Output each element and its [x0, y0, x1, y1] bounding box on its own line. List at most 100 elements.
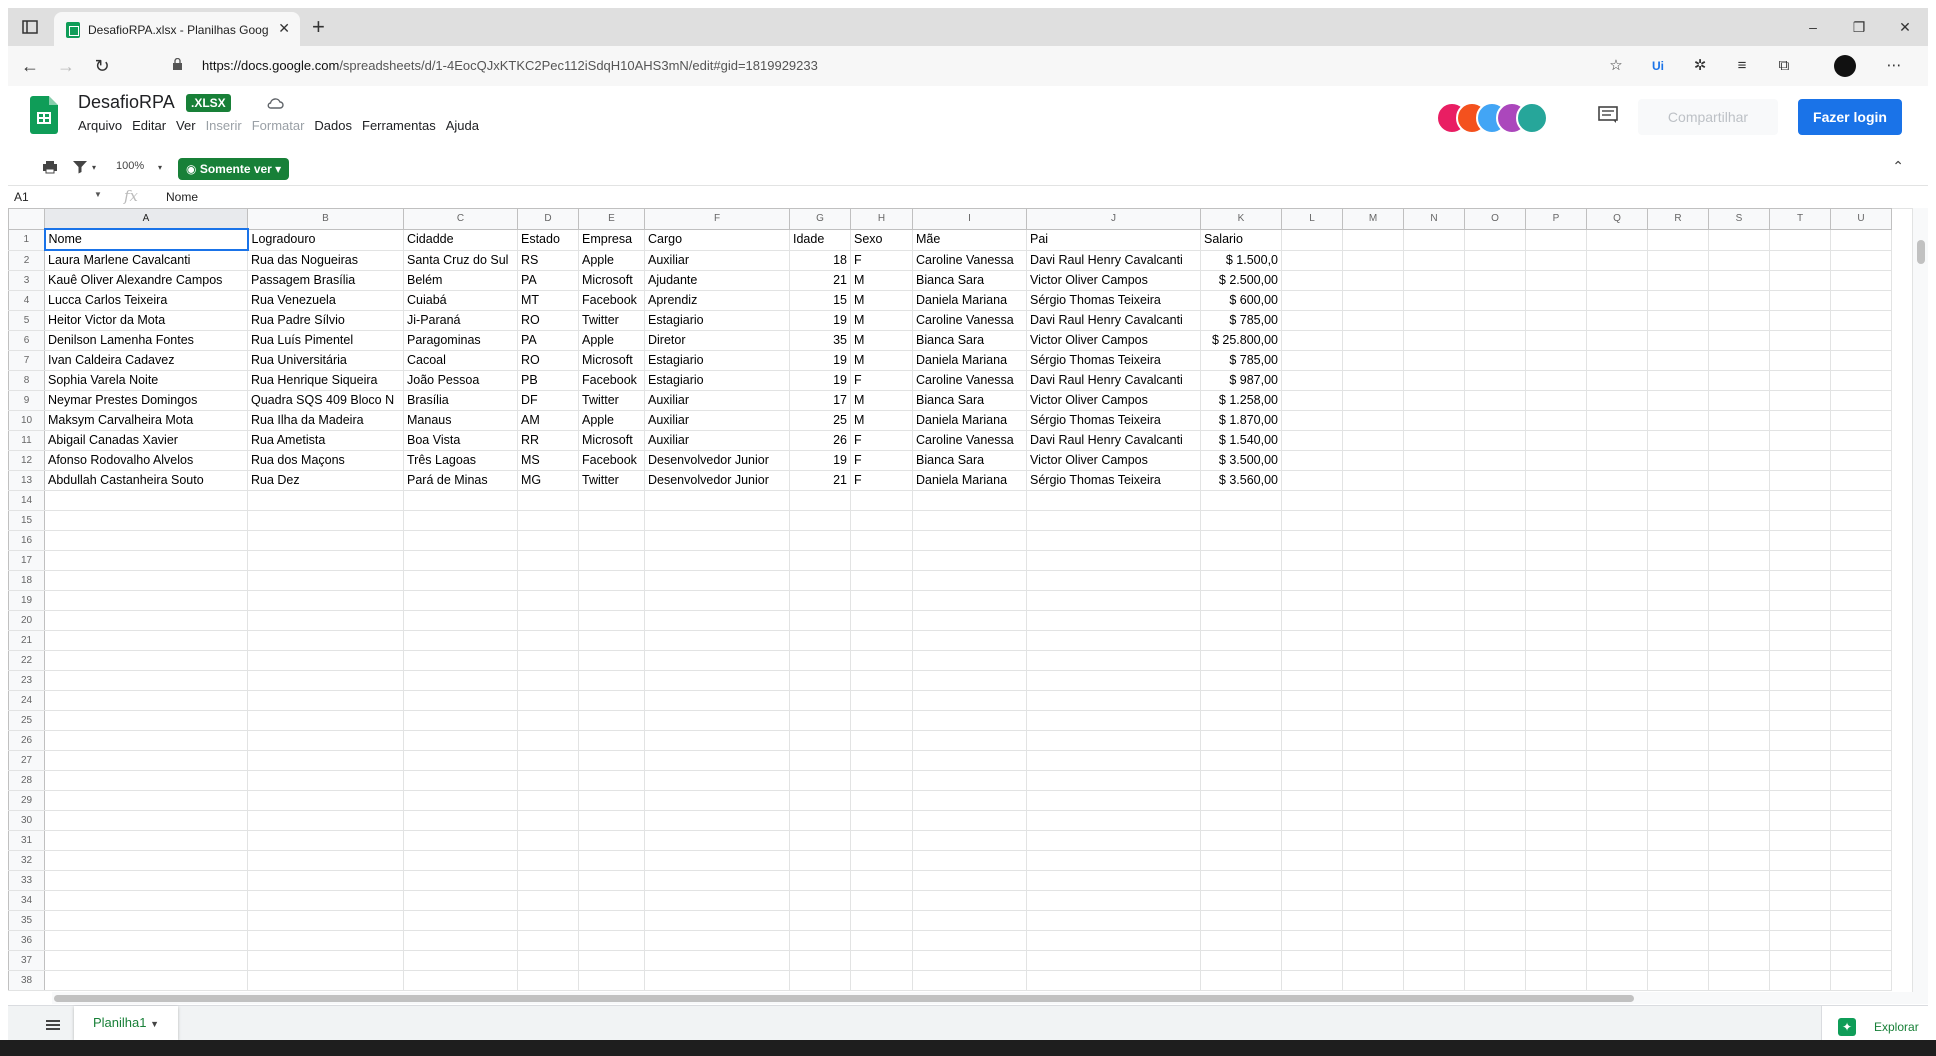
cell[interactable] [1464, 450, 1526, 471]
cell[interactable] [912, 590, 1027, 611]
row-header[interactable]: 38 [8, 970, 45, 991]
favorite-star-icon[interactable]: ☆ [1604, 54, 1628, 78]
cell[interactable] [403, 950, 518, 971]
cell[interactable] [1708, 350, 1770, 371]
cell[interactable] [1342, 790, 1404, 811]
cell[interactable] [1464, 730, 1526, 751]
cell[interactable] [1586, 970, 1648, 991]
row-header[interactable]: 34 [8, 890, 45, 911]
cell[interactable] [1586, 810, 1648, 831]
column-header[interactable]: T [1769, 208, 1831, 230]
cell[interactable] [1830, 850, 1892, 871]
cell[interactable] [1525, 790, 1587, 811]
cell[interactable] [1026, 950, 1201, 971]
cell[interactable] [1586, 530, 1648, 551]
cell[interactable] [789, 510, 851, 531]
new-tab-button[interactable]: + [312, 14, 325, 40]
cell[interactable] [1769, 249, 1831, 271]
cell[interactable] [789, 490, 851, 511]
row-header[interactable]: 29 [8, 790, 45, 811]
cell[interactable] [1525, 350, 1587, 371]
row-header[interactable]: 22 [8, 650, 45, 671]
cell[interactable] [403, 770, 518, 791]
cell[interactable] [644, 750, 790, 771]
cell[interactable] [1769, 330, 1831, 351]
cell[interactable]: MS [517, 450, 579, 471]
cell[interactable] [1769, 950, 1831, 971]
close-tab-icon[interactable]: ✕ [278, 20, 290, 37]
cell[interactable] [247, 890, 404, 911]
cell[interactable] [1586, 790, 1648, 811]
cell[interactable] [1586, 910, 1648, 931]
cell[interactable] [1525, 930, 1587, 951]
cell[interactable] [1830, 890, 1892, 911]
cell[interactable] [517, 830, 579, 851]
cell[interactable]: Brasília [403, 390, 518, 411]
cell[interactable] [1342, 850, 1404, 871]
cell[interactable] [1647, 930, 1709, 951]
cell[interactable] [1525, 810, 1587, 831]
cell[interactable] [403, 670, 518, 691]
name-box[interactable]: A1 [14, 190, 29, 204]
cell[interactable] [850, 550, 913, 571]
cell[interactable] [1647, 770, 1709, 791]
cell[interactable] [1830, 830, 1892, 851]
cell[interactable] [1586, 630, 1648, 651]
cell[interactable] [1281, 290, 1343, 311]
cell[interactable]: Rua Dez [247, 470, 404, 491]
row-header[interactable]: 30 [8, 810, 45, 831]
cell[interactable] [403, 930, 518, 951]
cell[interactable] [1342, 930, 1404, 951]
cell[interactable]: F [850, 370, 913, 391]
login-button[interactable]: Fazer login [1798, 99, 1902, 135]
cell[interactable] [1769, 590, 1831, 611]
cell[interactable]: Desenvolvedor Junior [644, 470, 790, 491]
browser-tab[interactable]: DesafioRPA.xlsx - Planilhas Goog ✕ [54, 12, 300, 46]
cell[interactable] [1342, 910, 1404, 931]
cell[interactable] [850, 850, 913, 871]
cell[interactable] [644, 950, 790, 971]
cell[interactable] [1200, 530, 1282, 551]
cell[interactable] [850, 510, 913, 531]
cell[interactable] [247, 630, 404, 651]
cell[interactable] [403, 970, 518, 991]
cell[interactable]: Estagiario [644, 310, 790, 331]
cell[interactable] [1281, 630, 1343, 651]
cell[interactable] [1403, 810, 1465, 831]
cell[interactable]: Auxiliar [644, 390, 790, 411]
cell[interactable] [1586, 650, 1648, 671]
cell[interactable] [644, 610, 790, 631]
menu-dados[interactable]: Dados [314, 118, 352, 133]
share-button[interactable]: Compartilhar [1638, 99, 1778, 135]
cell[interactable] [1026, 850, 1201, 871]
cell[interactable] [44, 850, 248, 871]
cell[interactable] [1200, 550, 1282, 571]
cell[interactable] [912, 830, 1027, 851]
cell[interactable] [1586, 290, 1648, 311]
cell[interactable] [1342, 310, 1404, 331]
cell[interactable] [1647, 390, 1709, 411]
cell[interactable] [44, 810, 248, 831]
cell[interactable] [1464, 630, 1526, 651]
cell[interactable] [1403, 710, 1465, 731]
row-header[interactable]: 13 [8, 470, 45, 491]
cell[interactable]: Auxiliar [644, 410, 790, 431]
cell[interactable] [44, 870, 248, 891]
cell[interactable]: Rua Luís Pimentel [247, 330, 404, 351]
cell[interactable]: Mãe [912, 228, 1027, 251]
cell[interactable] [1464, 530, 1526, 551]
cell[interactable] [44, 710, 248, 731]
cell[interactable] [1026, 570, 1201, 591]
cell[interactable]: Manaus [403, 410, 518, 431]
sheets-logo-icon[interactable] [30, 96, 58, 134]
document-title[interactable]: DesafioRPA [78, 92, 175, 113]
row-header[interactable]: 6 [8, 330, 45, 351]
cell[interactable] [912, 530, 1027, 551]
menu-formatar[interactable]: Formatar [252, 118, 305, 133]
cell[interactable] [1342, 530, 1404, 551]
cell[interactable] [578, 970, 645, 991]
cell[interactable] [789, 730, 851, 751]
cell[interactable] [789, 770, 851, 791]
cell[interactable] [1281, 890, 1343, 911]
cell[interactable] [850, 830, 913, 851]
